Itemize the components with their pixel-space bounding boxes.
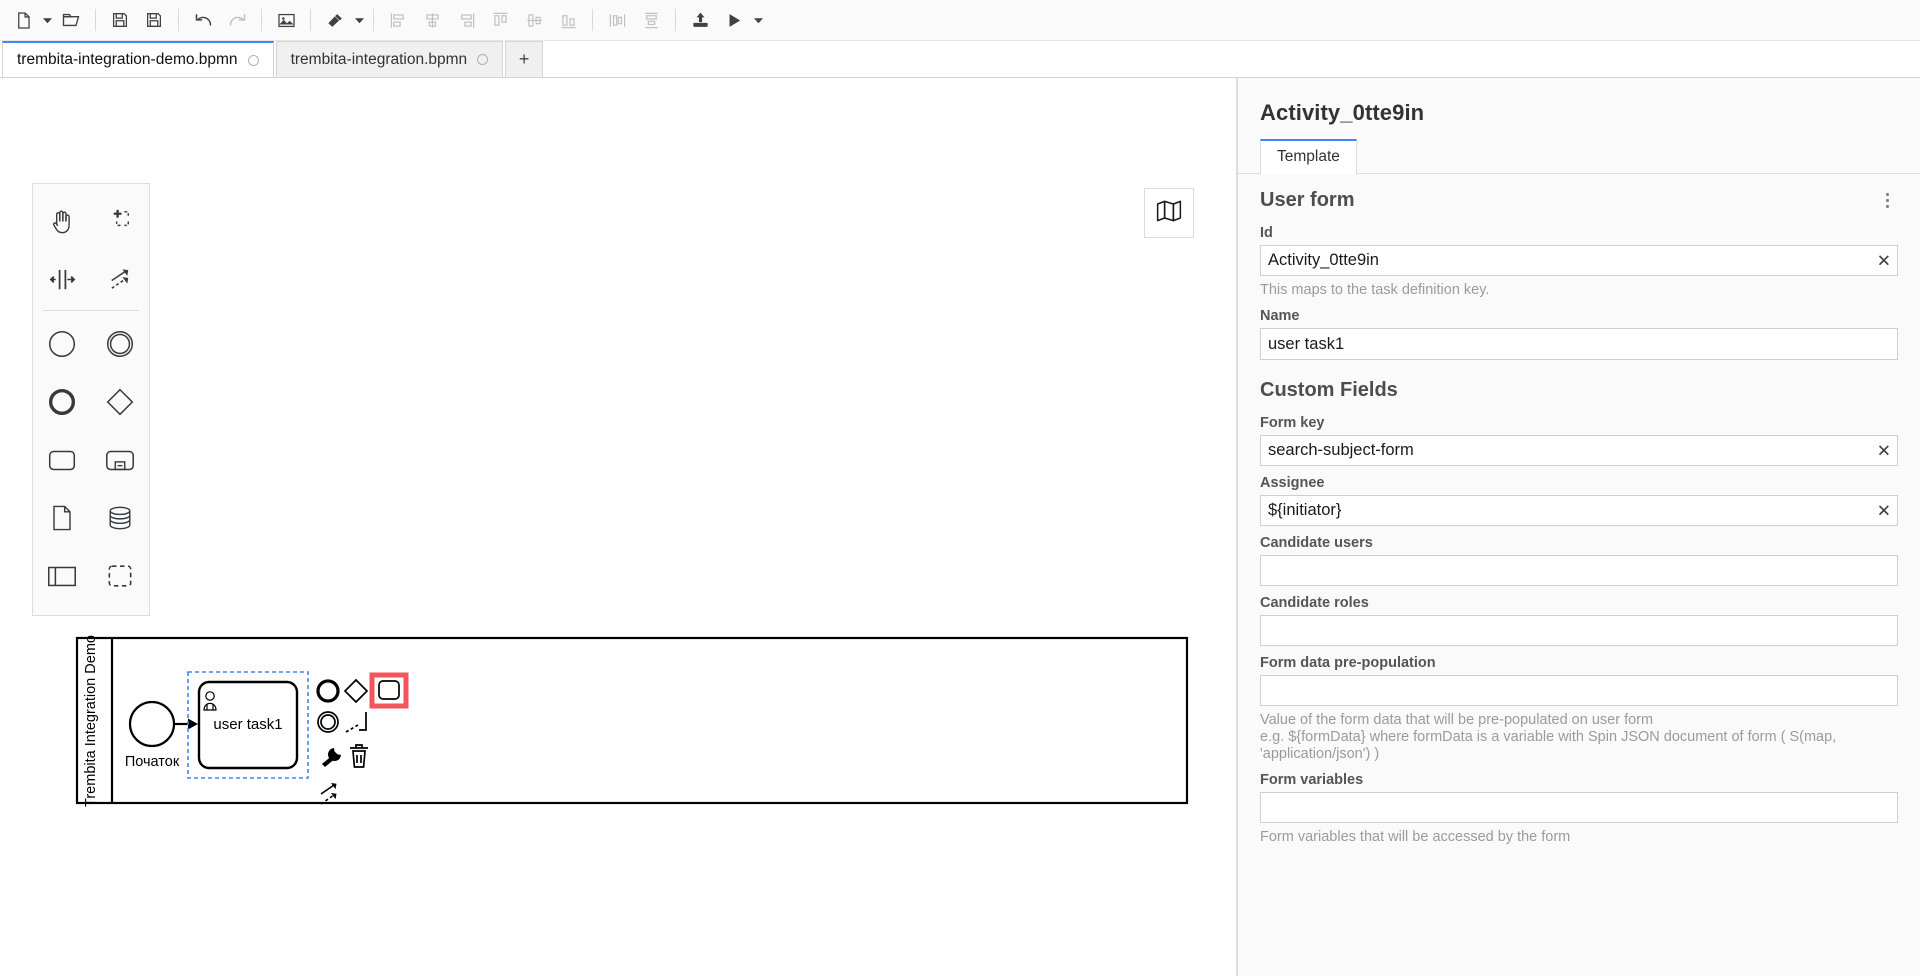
properties-panel-tabs: Template xyxy=(1238,138,1920,174)
paint-tool-dropdown[interactable] xyxy=(352,4,366,36)
candidate-roles-input[interactable] xyxy=(1260,615,1898,646)
properties-panel-body: User form Id ✕ This maps to the task def… xyxy=(1238,174,1920,976)
new-file-dropdown[interactable] xyxy=(40,4,54,36)
candidate-users-input[interactable] xyxy=(1260,555,1898,586)
start-event-label: Початок xyxy=(125,754,180,770)
start-process-dropdown[interactable] xyxy=(751,4,765,36)
undo-button[interactable] xyxy=(186,4,220,36)
tab-dirty-indicator[interactable] xyxy=(477,54,489,65)
field-label: Candidate roles xyxy=(1260,595,1369,611)
form-data-pre-population-input[interactable] xyxy=(1260,675,1898,706)
align-center-button[interactable] xyxy=(415,4,449,36)
clear-assignee-icon[interactable]: ✕ xyxy=(1877,502,1891,519)
toolbar-separator xyxy=(675,9,676,31)
start-process-button[interactable] xyxy=(717,4,751,36)
field-label: Name xyxy=(1260,308,1300,324)
field-label: Form data pre-population xyxy=(1260,655,1436,671)
new-tab-button[interactable]: + xyxy=(505,41,544,77)
tab-bar: trembita-integration-demo.bpmn trembita-… xyxy=(0,41,1920,78)
group-title: Custom Fields xyxy=(1260,379,1398,401)
bpmn-canvas[interactable]: Trembita Integration Demo Початок user t… xyxy=(0,78,1237,976)
toolbar xyxy=(0,0,1920,41)
form-key-input[interactable] xyxy=(1260,435,1898,466)
field-form-variables: Form variables Form variables that will … xyxy=(1238,772,1920,846)
toolbar-separator xyxy=(95,9,96,31)
distribute-vertical-button[interactable] xyxy=(634,4,668,36)
field-id: Id ✕ This maps to the task definition ke… xyxy=(1238,225,1920,299)
context-pad-append-task xyxy=(378,680,400,700)
clear-id-icon[interactable]: ✕ xyxy=(1877,252,1891,269)
field-name: Name xyxy=(1238,308,1920,365)
form-variables-input[interactable] xyxy=(1260,792,1898,823)
align-middle-button[interactable] xyxy=(517,4,551,36)
tab-label: trembita-integration-demo.bpmn xyxy=(17,51,238,68)
group-custom-fields: Custom Fields xyxy=(1238,365,1920,406)
pool-label: Trembita Integration Demo xyxy=(83,635,99,807)
toolbar-separator xyxy=(261,9,262,31)
deploy-button[interactable] xyxy=(683,4,717,36)
field-hint: Form variables that will be accessed by … xyxy=(1260,829,1571,845)
group-title: User form xyxy=(1260,188,1355,211)
distribute-horizontal-button[interactable] xyxy=(600,4,634,36)
field-label: Id xyxy=(1260,225,1273,241)
group-menu-button[interactable] xyxy=(1876,188,1898,212)
toolbar-separator xyxy=(178,9,179,31)
field-candidate-users: Candidate users xyxy=(1238,535,1920,586)
bpmn-diagram[interactable]: Trembita Integration Demo Початок user t… xyxy=(0,78,1230,838)
field-form-key: Form key ✕ xyxy=(1238,415,1920,466)
field-hint: Value of the form data that will be pre-… xyxy=(1260,712,1837,762)
toolbar-separator xyxy=(592,9,593,31)
tab-trembita-integration-demo[interactable]: trembita-integration-demo.bpmn xyxy=(2,41,274,77)
clear-form-key-icon[interactable]: ✕ xyxy=(1877,442,1891,459)
id-input[interactable] xyxy=(1260,245,1898,276)
properties-panel: Properties Panel Activity_0tte9in Templa… xyxy=(1237,78,1920,976)
toolbar-separator xyxy=(373,9,374,31)
align-left-button[interactable] xyxy=(381,4,415,36)
new-file-button[interactable] xyxy=(6,4,40,36)
align-bottom-button[interactable] xyxy=(551,4,585,36)
properties-panel-toggle[interactable]: Properties Panel xyxy=(1237,370,1238,501)
save-as-button[interactable] xyxy=(137,4,171,36)
field-label: Form variables xyxy=(1260,772,1364,788)
task-label: user task1 xyxy=(213,716,282,733)
tab-dirty-indicator[interactable] xyxy=(247,54,259,66)
open-file-button[interactable] xyxy=(54,4,88,36)
save-button[interactable] xyxy=(103,4,137,36)
export-image-button[interactable] xyxy=(269,4,303,36)
main-area: Trembita Integration Demo Початок user t… xyxy=(0,78,1920,976)
assignee-input[interactable] xyxy=(1260,495,1898,526)
name-input[interactable] xyxy=(1260,328,1898,360)
properties-panel-title: Activity_0tte9in xyxy=(1260,100,1425,125)
field-label: Candidate users xyxy=(1260,535,1373,551)
tab-label: trembita-integration.bpmn xyxy=(290,50,468,68)
group-user-form: User form xyxy=(1238,174,1920,216)
paint-tool-button[interactable] xyxy=(318,4,352,36)
field-label: Form key xyxy=(1260,415,1325,431)
redo-button[interactable] xyxy=(220,4,254,36)
field-form-data-pre-population: Form data pre-population Value of the fo… xyxy=(1238,655,1920,763)
align-right-button[interactable] xyxy=(449,4,483,36)
tab-template[interactable]: Template xyxy=(1260,139,1357,174)
toolbar-separator xyxy=(310,9,311,31)
field-hint: This maps to the task definition key. xyxy=(1260,282,1490,298)
field-assignee: Assignee ✕ xyxy=(1238,475,1920,526)
align-top-button[interactable] xyxy=(483,4,517,36)
field-label: Assignee xyxy=(1260,475,1325,491)
tab-trembita-integration[interactable]: trembita-integration.bpmn xyxy=(275,41,504,77)
field-candidate-roles: Candidate roles xyxy=(1238,595,1920,646)
